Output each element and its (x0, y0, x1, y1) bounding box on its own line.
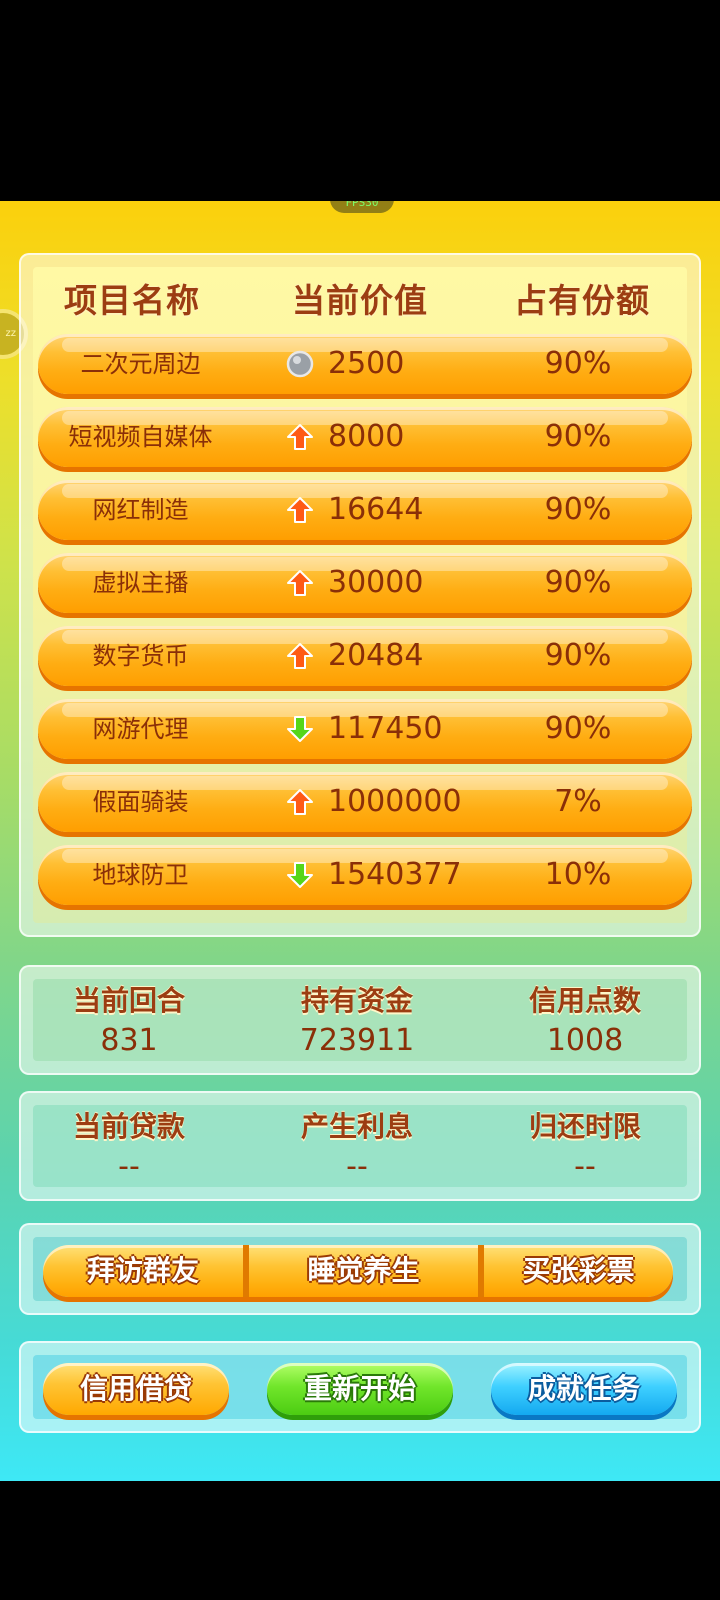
investment-name: 假面骑装 (92, 788, 189, 816)
game-screen: FPS30 zz 项目名称 当前价值 占有份额 二次元周边 2500 90% 短视频自… (0, 201, 720, 1481)
investment-row[interactable]: 假面骑装 1000000 7% (38, 772, 692, 832)
investment-row[interactable]: 虚拟主播 30000 90% (38, 553, 692, 613)
deadline-value: -- (574, 1149, 596, 1184)
investment-name: 数字货币 (92, 642, 189, 670)
header-project-name: 项目名称 (64, 281, 200, 320)
down-arrow-icon (287, 716, 313, 742)
investment-name: 虚拟主播 (92, 569, 189, 597)
sleep-health-button[interactable]: 睡觉养生 (249, 1245, 478, 1297)
funds-value: 723911 (299, 1023, 415, 1058)
up-arrow-icon (287, 424, 313, 450)
header-share: 占有份额 (514, 281, 650, 320)
achievements-button[interactable]: 成就任务 (491, 1363, 677, 1415)
loan-label: 当前贷款 (72, 1110, 185, 1143)
credit-loan-button[interactable]: 信用借贷 (43, 1363, 229, 1415)
deadline-label: 归还时限 (528, 1110, 641, 1143)
investment-value: 117450 (328, 711, 443, 746)
bottom-panel: 信用借贷 重新开始 成就任务 (19, 1341, 701, 1433)
investment-share: 7% (554, 784, 602, 819)
up-arrow-icon (287, 789, 313, 815)
visit-friends-button[interactable]: 拜访群友 (43, 1245, 243, 1297)
investment-share: 90% (544, 492, 612, 527)
investment-share: 90% (544, 711, 612, 746)
investment-share: 90% (544, 638, 612, 673)
investment-share: 90% (544, 419, 612, 454)
investment-share: 90% (544, 346, 612, 381)
loan-panel: 当前贷款 -- 产生利息 -- 归还时限 -- (19, 1091, 701, 1201)
stats-panel: 当前回合 831 持有资金 723911 信用点数 1008 (19, 965, 701, 1075)
credit-value: 1008 (546, 1023, 624, 1058)
investment-name: 二次元周边 (80, 350, 201, 378)
interest-value: -- (346, 1149, 368, 1184)
interest-label: 产生利息 (300, 1110, 413, 1143)
up-arrow-icon (287, 570, 313, 596)
investment-row[interactable]: 短视频自媒体 8000 90% (38, 407, 692, 467)
investment-share: 90% (544, 565, 612, 600)
investment-value: 1000000 (328, 784, 462, 819)
investment-row[interactable]: 网游代理 117450 90% (38, 699, 692, 759)
investment-row[interactable]: 网红制造 16644 90% (38, 480, 692, 540)
investment-name: 地球防卫 (92, 861, 189, 889)
investment-value: 20484 (328, 638, 424, 673)
up-arrow-icon (287, 643, 313, 669)
neutral-coin-icon (286, 350, 314, 378)
investment-value: 2500 (328, 346, 405, 381)
investment-value: 1540377 (328, 857, 462, 892)
investment-share: 10% (544, 857, 612, 892)
buy-lottery-button[interactable]: 买张彩票 (484, 1245, 673, 1297)
restart-button[interactable]: 重新开始 (267, 1363, 453, 1415)
round-value: 831 (100, 1023, 158, 1058)
investment-name: 网红制造 (92, 496, 189, 524)
action-panel: 拜访群友 睡觉养生 买张彩票 (19, 1223, 701, 1315)
investment-value: 30000 (328, 565, 424, 600)
fps-counter: FPS30 (330, 201, 394, 213)
down-arrow-icon (287, 862, 313, 888)
investment-row[interactable]: 数字货币 20484 90% (38, 626, 692, 686)
investment-value: 8000 (328, 419, 405, 454)
investment-row[interactable]: 二次元周边 2500 90% (38, 334, 692, 394)
round-label: 当前回合 (72, 984, 185, 1017)
credit-label: 信用点数 (528, 984, 641, 1017)
investment-row[interactable]: 地球防卫 1540377 10% (38, 845, 692, 905)
header-current-value: 当前价值 (292, 281, 428, 320)
loan-value: -- (118, 1149, 140, 1184)
investment-name: 短视频自媒体 (68, 423, 213, 451)
action-bar: 拜访群友 睡觉养生 买张彩票 (43, 1245, 673, 1297)
investment-value: 16644 (328, 492, 424, 527)
up-arrow-icon (287, 497, 313, 523)
investment-name: 网游代理 (92, 715, 189, 743)
funds-label: 持有资金 (300, 984, 413, 1017)
